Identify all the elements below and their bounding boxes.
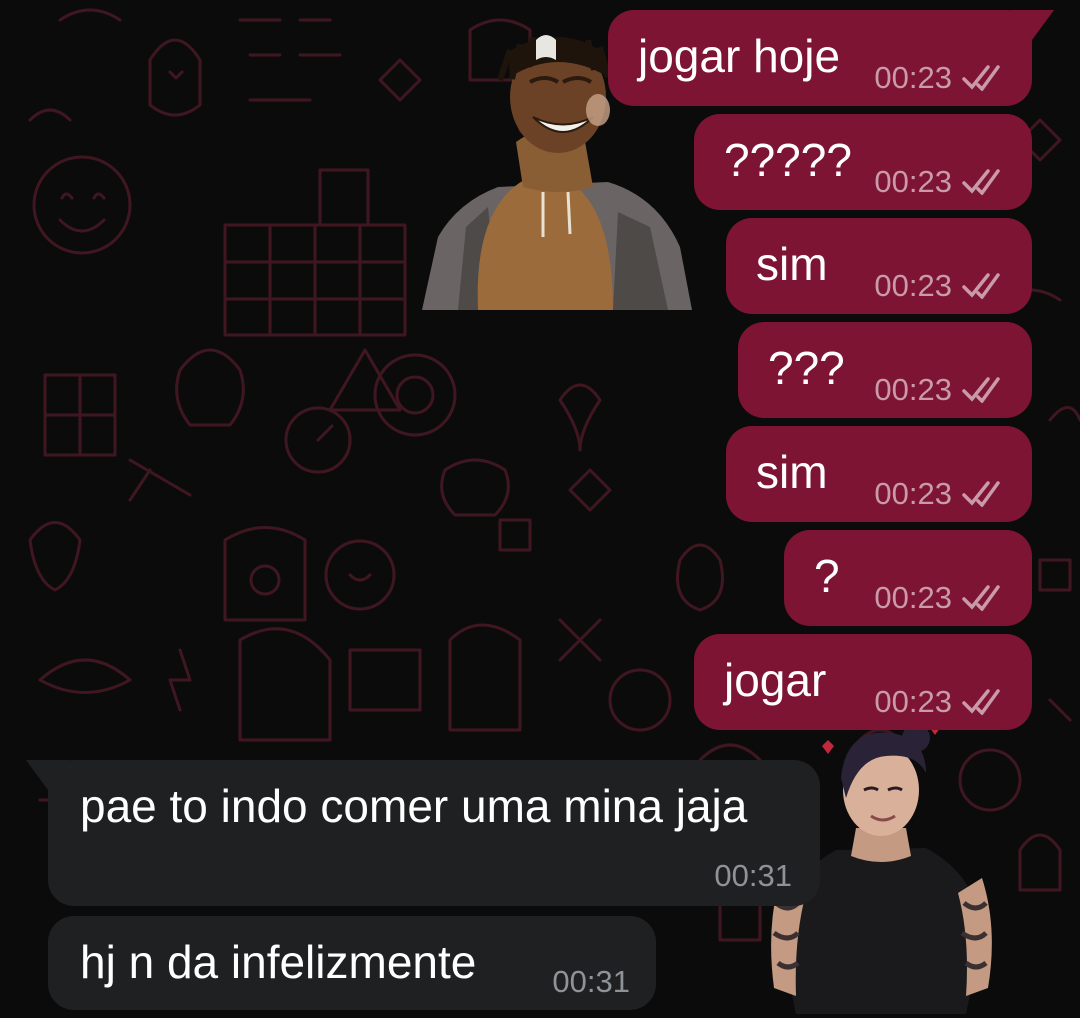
message-text: hj n da infelizmente xyxy=(80,936,477,988)
read-double-check-icon xyxy=(962,273,1000,299)
message-meta: 00:23 xyxy=(874,474,1006,514)
bubble-tail xyxy=(26,760,70,790)
outgoing-message[interactable]: ????? 00:23 xyxy=(694,114,1032,210)
message-time: 00:23 xyxy=(874,372,952,407)
incoming-message[interactable]: pae to indo comer uma mina jaja 00:31 xyxy=(26,760,820,906)
outgoing-message[interactable]: sim 00:23 xyxy=(726,218,1032,314)
message-meta: 00:23 xyxy=(874,58,1006,98)
message-text: ??? xyxy=(768,342,845,394)
chat-area: jogar hoje 00:23 ????? 00:23 sim 00:23 ?… xyxy=(0,0,1080,1018)
message-text: ????? xyxy=(724,134,852,186)
message-meta: 00:23 xyxy=(874,682,1006,722)
read-double-check-icon xyxy=(962,169,1000,195)
message-time: 00:23 xyxy=(874,268,952,303)
message-time: 00:23 xyxy=(874,684,952,719)
read-double-check-icon xyxy=(962,585,1000,611)
message-meta: 00:23 xyxy=(874,370,1006,410)
message-text: ? xyxy=(814,550,840,602)
read-double-check-icon xyxy=(962,481,1000,507)
message-text: pae to indo comer uma mina jaja xyxy=(80,780,748,832)
message-time: 00:23 xyxy=(874,60,952,95)
outgoing-message[interactable]: ? 00:23 xyxy=(784,530,1032,626)
message-text: jogar hoje xyxy=(638,30,841,82)
message-time: 00:31 xyxy=(714,858,792,893)
message-meta: 00:23 xyxy=(874,578,1006,618)
outgoing-message[interactable]: jogar hoje 00:23 xyxy=(608,10,1054,106)
bubble-tail xyxy=(1010,10,1054,40)
read-double-check-icon xyxy=(962,65,1000,91)
message-text: sim xyxy=(756,446,828,498)
message-text: sim xyxy=(756,238,828,290)
message-time: 00:23 xyxy=(874,580,952,615)
message-meta: 00:23 xyxy=(874,266,1006,306)
read-double-check-icon xyxy=(962,377,1000,403)
message-text: jogar xyxy=(724,654,827,706)
incoming-message[interactable]: hj n da infelizmente 00:31 xyxy=(48,916,656,1010)
outgoing-message[interactable]: ??? 00:23 xyxy=(738,322,1032,418)
message-time: 00:23 xyxy=(874,164,952,199)
message-time: 00:23 xyxy=(874,476,952,511)
message-time: 00:31 xyxy=(552,964,630,999)
message-meta: 00:23 xyxy=(874,162,1006,202)
outgoing-message[interactable]: sim 00:23 xyxy=(726,426,1032,522)
read-double-check-icon xyxy=(962,689,1000,715)
outgoing-message[interactable]: jogar 00:23 xyxy=(694,634,1032,730)
